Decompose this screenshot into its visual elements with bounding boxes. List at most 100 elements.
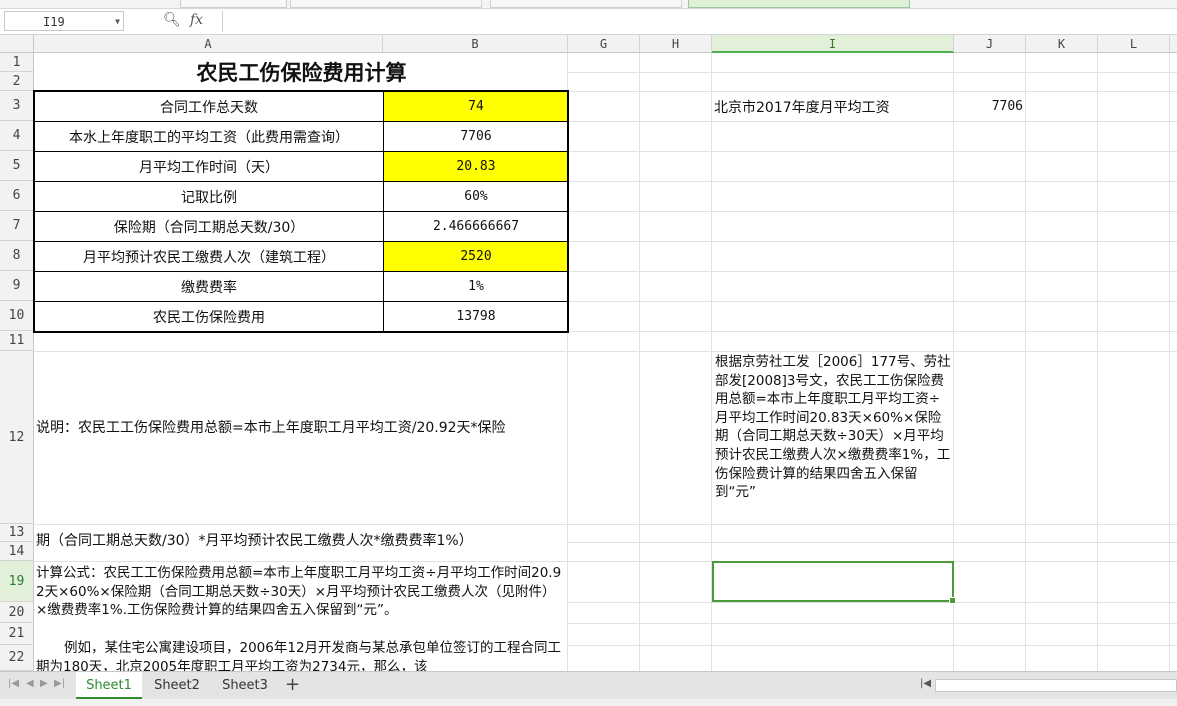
column-header-next[interactable]	[1170, 35, 1177, 53]
row-header-22[interactable]: 22	[0, 645, 34, 671]
gridline	[34, 561, 1177, 562]
example-text[interactable]: 例如，某住宅公寓建设项目，2006年12月开发商与某总承包单位签订的工程合同工期…	[36, 639, 566, 671]
gridline	[568, 151, 1177, 152]
gridline	[568, 181, 1177, 182]
table-row-label[interactable]: 保险期（合同工期总天数/30）	[35, 212, 383, 241]
table-row-label[interactable]: 本水上年度职工的平均工资（此费用需查询）	[35, 122, 383, 151]
row-header-4[interactable]: 4	[0, 121, 34, 151]
row-header-10[interactable]: 10	[0, 301, 34, 331]
gridline	[568, 623, 1177, 624]
table-row-label[interactable]: 月平均预计农民工缴费人次（建筑工程）	[35, 242, 383, 271]
column-header-A[interactable]: A	[34, 35, 383, 53]
zoom-icon[interactable]: 🔍︎	[163, 12, 181, 28]
document-tab[interactable]	[290, 0, 482, 8]
table-row-value[interactable]: 1%	[384, 272, 568, 301]
row-header-13[interactable]: 13	[0, 524, 34, 542]
horizontal-scrollbar[interactable]	[935, 679, 1177, 692]
sheet-tab-sheet1[interactable]: Sheet1	[76, 672, 142, 699]
table-divider	[34, 151, 568, 152]
column-header-B[interactable]: B	[383, 35, 568, 53]
row-header-19[interactable]: 19	[0, 561, 34, 602]
first-sheet-icon[interactable]: |◀	[8, 678, 19, 689]
gridline	[568, 211, 1177, 212]
row-header-3[interactable]: 3	[0, 91, 34, 121]
calc-formula-text[interactable]: 计算公式：农民工工伤保险费用总额=本市上年度职工月平均工资÷月平均工作时间20.…	[36, 564, 566, 620]
prev-sheet-icon[interactable]: ◀	[26, 678, 34, 689]
side-label-cell[interactable]: 北京市2017年度月平均工资	[714, 92, 952, 121]
gridline	[1025, 53, 1026, 671]
table-row-value[interactable]: 74	[384, 92, 568, 121]
gridline	[568, 72, 1177, 73]
gridline	[1097, 53, 1098, 671]
table-row-value[interactable]: 13798	[384, 302, 568, 331]
column-header-I[interactable]: I	[712, 35, 954, 53]
row-header-5[interactable]: 5	[0, 151, 34, 181]
column-header-G[interactable]: G	[568, 35, 640, 53]
row-header-9[interactable]: 9	[0, 271, 34, 301]
row-header-7[interactable]: 7	[0, 211, 34, 241]
next-sheet-icon[interactable]: ▶	[40, 678, 48, 689]
policy-text[interactable]: 根据京劳社工发［2006］177号、劳社部发[2008]3号文，农民工工伤保险费…	[715, 353, 951, 502]
row-header-6[interactable]: 6	[0, 181, 34, 211]
formula-input[interactable]	[224, 11, 1177, 32]
document-tab[interactable]	[180, 0, 287, 8]
gridline	[568, 602, 1177, 603]
fx-icon[interactable]: fx	[190, 12, 203, 28]
table-row-label[interactable]: 农民工伤保险费用	[35, 302, 383, 331]
note-row12[interactable]: 说明：农民工工伤保险费用总额=本市上年度职工月平均工资/20.92天*保险	[36, 419, 506, 438]
column-header-K[interactable]: K	[1026, 35, 1098, 53]
sheet-tab-sheet3[interactable]: Sheet3	[214, 672, 276, 699]
gridline	[568, 121, 1177, 122]
fill-handle[interactable]	[949, 597, 956, 604]
formula-separator	[222, 11, 223, 32]
column-header-H[interactable]: H	[640, 35, 712, 53]
table-row-label[interactable]: 合同工作总天数	[35, 92, 383, 121]
table-divider	[34, 301, 568, 302]
scroll-left-icon[interactable]: |◀	[920, 678, 931, 689]
name-box[interactable]: I19 ▼	[4, 11, 124, 31]
name-box-value: I19	[43, 15, 65, 29]
table-row-label[interactable]: 月平均工作时间（天）	[35, 152, 383, 181]
formula-bar: I19 ▼ 🔍︎ fx	[0, 9, 1177, 35]
table-row-value[interactable]: 60%	[384, 182, 568, 211]
gridline	[568, 301, 1177, 302]
table-row-value[interactable]: 20.83	[384, 152, 568, 181]
spreadsheet-grid: A B G H I J K L 1 2 3 4 5 6 7 8 9 10 11 …	[0, 35, 1177, 671]
row-header-12[interactable]: 12	[0, 351, 34, 524]
selected-cell-I19[interactable]	[712, 561, 956, 604]
row-header-21[interactable]: 21	[0, 623, 34, 645]
gridline	[568, 271, 1177, 272]
table-divider	[34, 181, 568, 182]
last-sheet-icon[interactable]: ▶|	[54, 678, 65, 689]
table-divider	[34, 211, 568, 212]
table-row-label[interactable]: 缴费费率	[35, 272, 383, 301]
gridline	[34, 524, 1177, 525]
row-header-1[interactable]: 1	[0, 53, 34, 72]
note-row13[interactable]: 期（合同工期总天数/30）*月平均预计农民工缴费人次*缴费费率1%）	[36, 532, 473, 551]
row-header-14[interactable]: 14	[0, 542, 34, 561]
table-divider	[34, 121, 568, 122]
document-tab-active[interactable]	[688, 0, 910, 8]
add-sheet-icon[interactable]: +	[285, 674, 300, 695]
gridline	[568, 645, 1177, 646]
row-header-11[interactable]: 11	[0, 331, 34, 351]
gridline	[1169, 53, 1170, 671]
select-all-corner[interactable]	[0, 35, 34, 53]
document-tab-strip	[0, 0, 1177, 9]
sheet-title[interactable]: 农民工伤保险费用计算	[35, 53, 568, 90]
table-divider	[34, 241, 568, 242]
document-tab[interactable]	[490, 0, 682, 8]
table-row-label[interactable]: 记取比例	[35, 182, 383, 211]
column-header-L[interactable]: L	[1098, 35, 1170, 53]
row-header-20[interactable]: 20	[0, 602, 34, 623]
table-row-value[interactable]: 7706	[384, 122, 568, 151]
table-row-value[interactable]: 2520	[384, 242, 568, 271]
table-row-value[interactable]: 2.466666667	[384, 212, 568, 241]
row-header-8[interactable]: 8	[0, 241, 34, 271]
side-value-cell[interactable]: 7706	[955, 92, 1023, 121]
column-header-J[interactable]: J	[954, 35, 1026, 53]
sheet-tab-sheet2[interactable]: Sheet2	[146, 672, 208, 699]
chevron-down-icon[interactable]: ▼	[115, 12, 120, 32]
row-header-2[interactable]: 2	[0, 72, 34, 91]
sheet-tab-bar: |◀ ◀ ▶ ▶| Sheet1 Sheet2 Sheet3 + |◀	[0, 671, 1177, 700]
